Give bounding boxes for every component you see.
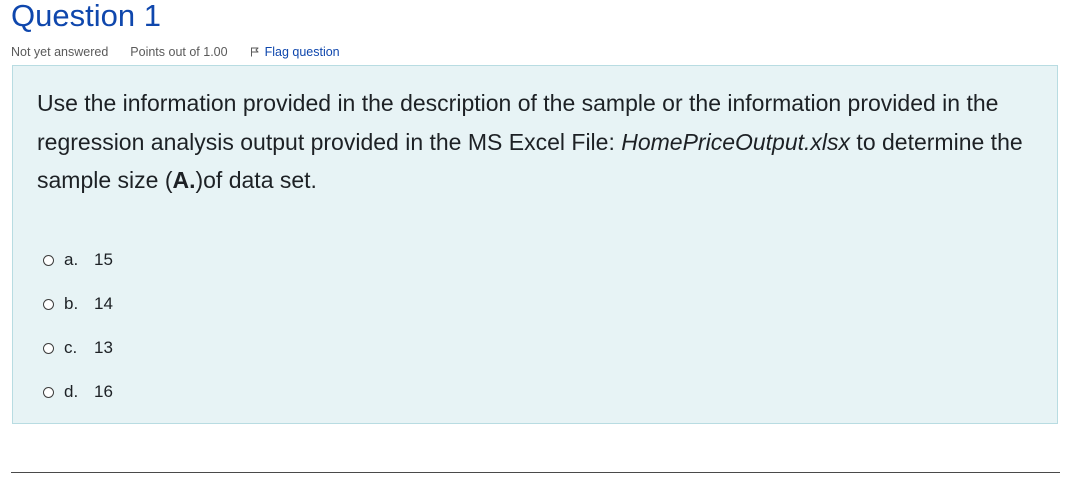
answer-option-d[interactable]: d. 16 <box>43 370 113 414</box>
radio-button-a[interactable] <box>43 254 54 266</box>
question-text-part3: )of data set. <box>195 167 317 193</box>
question-bold-label: A. <box>172 167 196 193</box>
question-content: Use the information provided in the desc… <box>12 65 1058 424</box>
radio-button-c[interactable] <box>43 342 54 354</box>
answer-value-b: 14 <box>94 294 113 313</box>
question-grade: Points out of 1.00 <box>130 45 228 59</box>
question-file-name: HomePriceOutput.xlsx <box>621 128 851 155</box>
section-divider <box>11 472 1060 473</box>
answer-option-b[interactable]: b. 14 <box>43 282 113 326</box>
answer-value-d: 16 <box>94 382 113 401</box>
question-info: Not yet answered Points out of 1.00 Flag… <box>11 44 340 60</box>
question-text: Use the information provided in the desc… <box>37 84 1037 200</box>
answer-letter-d: d. <box>64 382 79 401</box>
radio-button-b[interactable] <box>43 298 54 310</box>
answer-option-c[interactable]: c. 13 <box>43 326 113 370</box>
flag-icon <box>250 47 259 57</box>
question-title: Question 1 <box>11 0 161 33</box>
answer-value-c: 13 <box>94 338 113 357</box>
answer-letter-c: c. <box>64 338 78 357</box>
answer-letter-a: a. <box>64 250 79 269</box>
answer-list: a. 15 b. 14 c. 13 d. 16 <box>43 238 113 414</box>
answer-value-a: 15 <box>94 250 113 269</box>
answer-letter-b: b. <box>64 294 79 313</box>
question-state: Not yet answered <box>11 45 109 59</box>
radio-button-d[interactable] <box>43 386 54 398</box>
answer-option-a[interactable]: a. 15 <box>43 238 113 282</box>
flag-question-label: Flag question <box>264 45 340 59</box>
flag-question-link[interactable]: Flag question <box>250 45 340 59</box>
